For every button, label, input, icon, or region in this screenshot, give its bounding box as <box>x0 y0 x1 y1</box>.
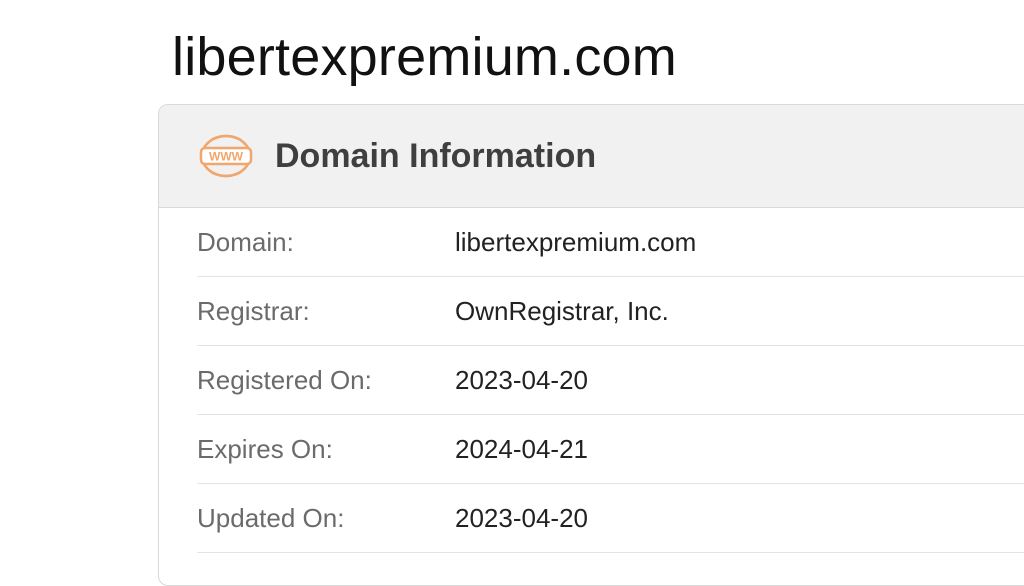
domain-info-card: WWW Domain Information Domain: libertexp… <box>158 104 1024 586</box>
row-registrar: Registrar: OwnRegistrar, Inc. <box>197 277 1024 346</box>
row-value: 2024-04-21 <box>455 433 588 464</box>
row-value: 2023-04-20 <box>455 364 588 395</box>
row-expires-on: Expires On: 2024-04-21 <box>197 415 1024 484</box>
row-domain: Domain: libertexpremium.com <box>197 208 1024 277</box>
card-title: Domain Information <box>275 136 597 175</box>
www-globe-icon: WWW <box>199 133 253 179</box>
row-label: Domain: <box>197 226 294 257</box>
row-label: Registrar: <box>197 295 310 326</box>
row-label: Expires On: <box>197 433 333 464</box>
card-header: WWW Domain Information <box>159 105 1024 208</box>
row-registered-on: Registered On: 2023-04-20 <box>197 346 1024 415</box>
row-label: Updated On: <box>197 502 345 533</box>
row-updated-on: Updated On: 2023-04-20 <box>197 484 1024 553</box>
row-value: OwnRegistrar, Inc. <box>455 295 669 326</box>
page-title: libertexpremium.com <box>172 27 677 87</box>
row-value: 2023-04-20 <box>455 502 588 533</box>
row-value: libertexpremium.com <box>455 226 697 257</box>
domain-info-list: Domain: libertexpremium.com Registrar: O… <box>159 208 1024 553</box>
row-label: Registered On: <box>197 364 372 395</box>
svg-text:WWW: WWW <box>209 150 244 164</box>
